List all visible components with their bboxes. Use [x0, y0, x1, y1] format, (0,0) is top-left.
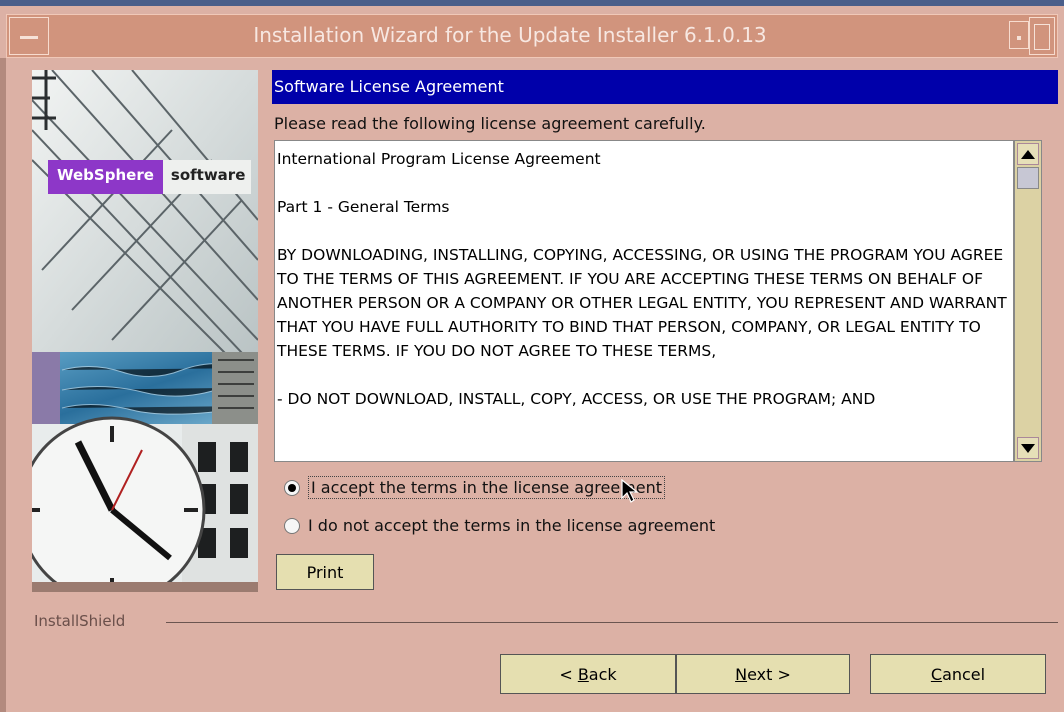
print-button[interactable]: Print — [276, 554, 374, 590]
back-mnemonic: B — [577, 664, 589, 684]
panel-header: Software License Agreement — [272, 70, 1058, 104]
cancel-button[interactable]: Cancel — [870, 654, 1046, 694]
window-top-edge — [0, 0, 1064, 6]
accept-radio-option[interactable]: I accept the terms in the license agreem… — [284, 476, 665, 499]
license-title: International Program License Agreement — [277, 150, 601, 168]
footer-divider — [166, 622, 1058, 623]
license-scrollbar[interactable] — [1014, 140, 1042, 462]
arrow-down-icon — [1021, 443, 1035, 453]
installer-window: Installation Wizard for the Update Insta… — [0, 0, 1064, 712]
window-title: Installation Wizard for the Update Insta… — [253, 23, 767, 47]
brand-suffix: software — [162, 160, 252, 194]
minimize-button[interactable] — [1009, 21, 1029, 49]
panel-instruction: Please read the following license agreem… — [274, 114, 706, 133]
accept-radio-label[interactable]: I accept the terms in the license agreem… — [308, 476, 665, 499]
next-rest: ext > — [747, 664, 791, 684]
license-text-area[interactable]: International Program License Agreement … — [274, 140, 1014, 462]
accept-radio-button[interactable] — [284, 479, 300, 496]
websphere-side-illustration — [32, 70, 258, 592]
websphere-brand-badge: WebSphere software — [48, 160, 252, 194]
installshield-label: InstallShield — [34, 612, 126, 630]
maximize-button[interactable] — [1029, 17, 1055, 55]
license-spacer — [277, 171, 1013, 195]
license-paragraph: - DO NOT DOWNLOAD, INSTALL, COPY, ACCESS… — [277, 390, 876, 408]
window-left-edge — [0, 58, 6, 712]
scroll-up-button[interactable] — [1017, 143, 1039, 165]
cancel-rest: ancel — [942, 664, 986, 684]
license-spacer — [277, 363, 1013, 387]
side-illustration-graphic — [32, 70, 258, 592]
scroll-down-button[interactable] — [1017, 437, 1039, 459]
brand-product-name: WebSphere — [48, 160, 163, 194]
decline-radio-label[interactable]: I do not accept the terms in the license… — [308, 516, 715, 535]
back-button[interactable]: < Back — [500, 654, 676, 694]
arrow-up-icon — [1021, 149, 1035, 159]
title-bar[interactable]: Installation Wizard for the Update Insta… — [6, 14, 1058, 58]
decline-radio-option[interactable]: I do not accept the terms in the license… — [284, 516, 715, 535]
cancel-mnemonic: C — [930, 664, 943, 684]
next-mnemonic: N — [735, 664, 748, 684]
license-paragraph: BY DOWNLOADING, INSTALLING, COPYING, ACC… — [277, 246, 1012, 360]
license-spacer — [277, 219, 1013, 243]
back-prefix: < — [559, 664, 578, 684]
decline-radio-button[interactable] — [284, 517, 300, 534]
window-menu-button[interactable] — [9, 17, 49, 55]
back-rest: ack — [588, 664, 617, 684]
scroll-thumb[interactable] — [1017, 167, 1039, 189]
license-part-heading: Part 1 - General Terms — [277, 198, 450, 216]
mouse-pointer-icon — [621, 478, 639, 503]
license-text: International Program License Agreement … — [277, 147, 1013, 411]
next-button[interactable]: Next > — [676, 654, 850, 694]
